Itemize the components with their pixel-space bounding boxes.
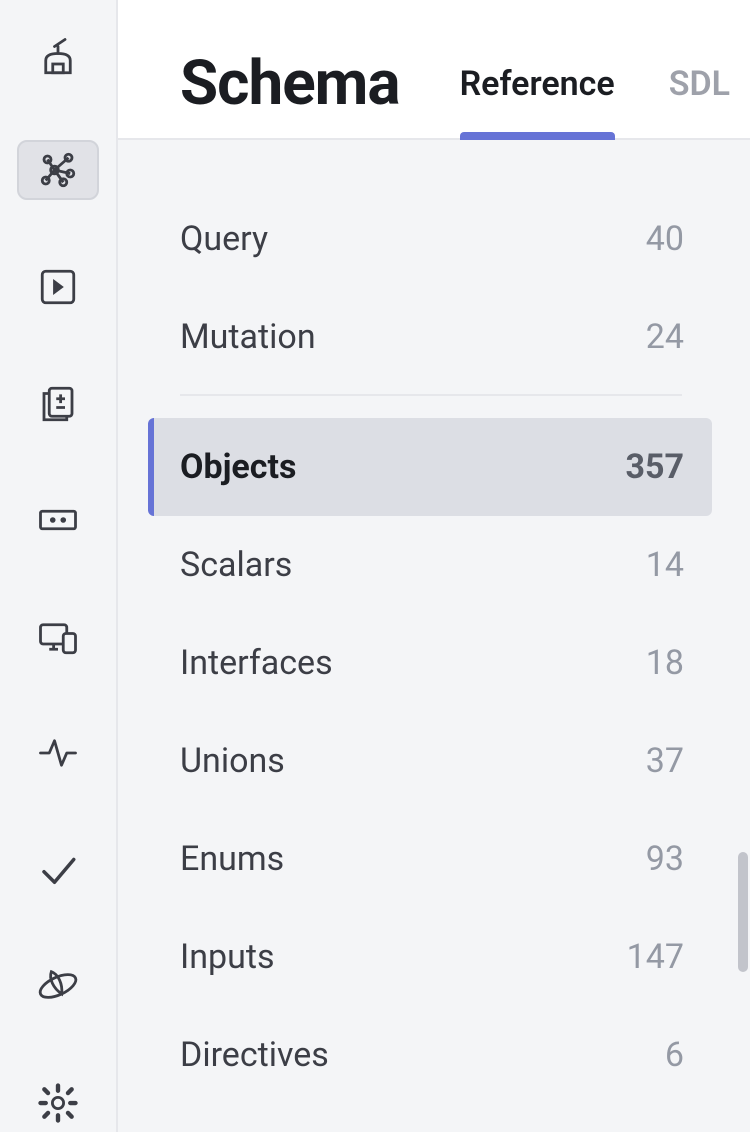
sidebar-item-activity[interactable] [17,724,99,782]
list-item-interfaces[interactable]: Interfaces 18 [148,614,712,712]
tab-reference[interactable]: Reference [460,64,615,138]
sidebar-item-launch[interactable] [17,957,99,1015]
list-item-label: Inputs [180,937,275,977]
observatory-icon [37,36,79,78]
list-item-label: Mutation [180,317,316,357]
list-item-label: Unions [180,741,285,781]
scrollbar-thumb[interactable] [738,852,748,972]
list-item-objects[interactable]: Objects 357 [148,418,712,516]
explorer-icon [37,266,79,308]
sidebar-item-fields[interactable] [17,491,99,549]
list-item-query[interactable]: Query 40 [148,190,712,288]
list-item-inputs[interactable]: Inputs 147 [148,908,712,1006]
tab-sdl[interactable]: SDL [669,64,730,138]
page-title: Schema [180,47,400,120]
fields-icon [37,499,79,541]
list-item-label: Query [180,219,268,259]
list-item-count: 357 [625,447,684,487]
list-item-label: Directives [180,1035,329,1075]
category-list: Query 40 Mutation 24 Objects 357 Scalars… [148,190,712,1104]
list-item-count: 37 [646,741,684,781]
list-item-count: 93 [646,839,684,879]
list-item-count: 18 [646,643,684,683]
launch-icon [37,965,79,1007]
list-item-directives[interactable]: Directives 6 [148,1006,712,1104]
list-item-count: 147 [627,937,684,977]
list-item-label: Interfaces [180,643,333,683]
header: Schema Reference SDL [118,0,750,140]
list-item-enums[interactable]: Enums 93 [148,810,712,908]
main: Schema Reference SDL Query 40 Mutation 2… [118,0,750,1132]
list-item-mutation[interactable]: Mutation 24 [148,288,712,386]
settings-icon [37,1082,79,1124]
list-item-count: 24 [646,317,684,357]
sidebar-item-schema[interactable] [17,140,99,200]
list-item-label: Enums [180,839,284,879]
sidebar-item-diff[interactable] [17,375,99,433]
schema-icon [37,149,79,191]
list-item-scalars[interactable]: Scalars 14 [148,516,712,614]
sidebar [0,0,118,1132]
content: Query 40 Mutation 24 Objects 357 Scalars… [118,140,750,1132]
divider [180,394,682,396]
clients-icon [37,616,79,658]
activity-icon [37,732,79,774]
sidebar-item-observatory[interactable] [17,28,99,86]
list-item-count: 40 [646,219,684,259]
sidebar-item-clients[interactable] [17,608,99,666]
list-item-label: Objects [180,447,296,487]
list-item-label: Scalars [180,545,292,585]
sidebar-item-explorer[interactable] [17,258,99,316]
sidebar-item-checks[interactable] [17,841,99,899]
checks-icon [37,849,79,891]
list-item-unions[interactable]: Unions 37 [148,712,712,810]
list-item-count: 6 [665,1035,684,1075]
tabs: Reference SDL [460,28,730,138]
diff-icon [37,383,79,425]
list-item-count: 14 [646,545,684,585]
sidebar-item-settings[interactable] [17,1074,99,1132]
